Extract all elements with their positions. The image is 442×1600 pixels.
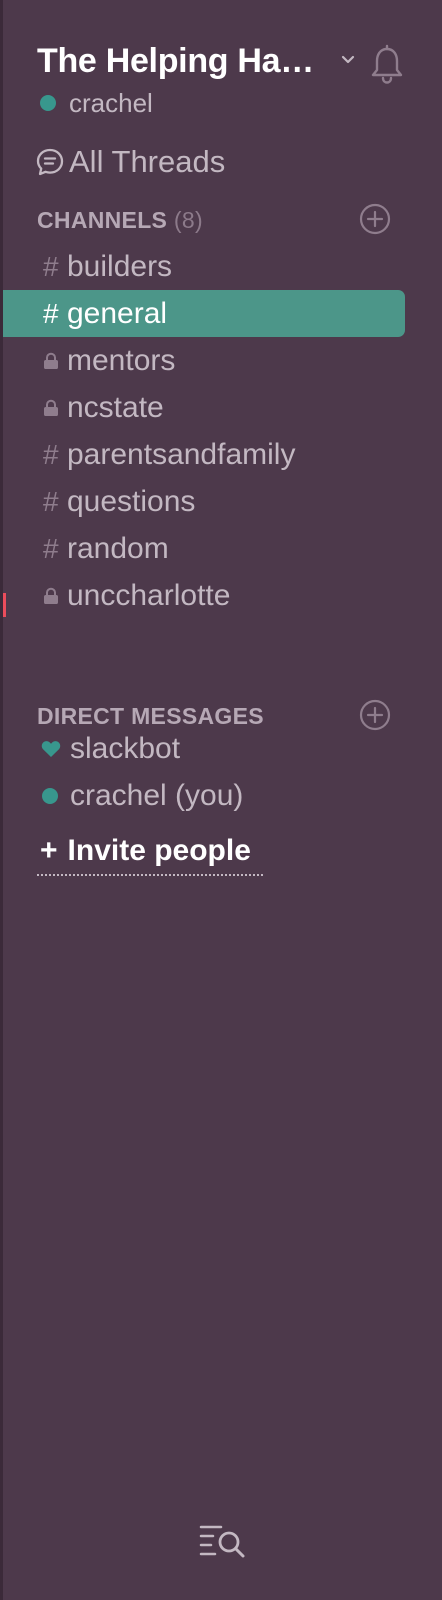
channel-item-mentors[interactable]: mentors <box>3 337 442 384</box>
channel-item-questions[interactable]: # questions <box>3 478 442 525</box>
hash-icon: # <box>43 297 59 329</box>
channel-item-parentsandfamily[interactable]: # parentsandfamily <box>3 431 442 478</box>
hash-icon: # <box>43 532 59 564</box>
channel-item-builders[interactable]: # builders <box>3 243 442 290</box>
dm-item-crachel[interactable]: crachel (you) <box>3 772 442 819</box>
channels-header[interactable]: CHANNELS (8) <box>37 203 397 239</box>
sidebar: The Helping Ha… crachel All Threads CHAN… <box>0 0 442 1600</box>
dm-item-slackbot[interactable]: slackbot <box>3 725 442 772</box>
hash-icon: # <box>43 485 59 517</box>
all-threads-label: All Threads <box>69 144 226 179</box>
plus-icon: + <box>40 834 58 867</box>
hash-icon: # <box>43 250 59 282</box>
threads-icon <box>36 148 64 176</box>
presence-dot-icon <box>40 95 56 111</box>
dm-name: crachel (you) <box>70 778 244 812</box>
channel-name: builders <box>67 249 173 283</box>
invite-people-button[interactable]: + Invite people <box>37 828 263 876</box>
channel-name: ncstate <box>67 390 164 424</box>
channel-name: unccharlotte <box>67 578 231 612</box>
direct-message-list: slackbot crachel (you) <box>3 725 442 819</box>
unread-marker <box>3 593 6 617</box>
dm-name: slackbot <box>70 731 181 765</box>
team-header[interactable]: The Helping Ha… crachel <box>37 38 427 128</box>
invite-people-label: Invite people <box>67 834 251 867</box>
quick-switcher-icon[interactable] <box>199 1522 249 1562</box>
current-user-name: crachel <box>69 87 153 118</box>
channel-list: # builders # general mentors ncstate # p… <box>3 243 442 619</box>
channels-count: (8) <box>173 207 203 233</box>
heart-icon <box>41 740 61 757</box>
team-name[interactable]: The Helping Ha… <box>37 42 314 81</box>
channel-name: parentsandfamily <box>67 437 296 471</box>
bell-icon[interactable] <box>369 44 405 86</box>
channel-name: general <box>67 296 168 330</box>
channel-item-general[interactable]: # general <box>3 290 405 337</box>
channel-name: random <box>67 531 169 565</box>
current-user[interactable]: crachel <box>37 88 153 118</box>
channel-item-random[interactable]: # random <box>3 525 442 572</box>
channels-title-text: CHANNELS <box>37 207 168 233</box>
presence-dot-icon <box>42 787 58 804</box>
lock-icon <box>44 399 58 416</box>
chevron-down-icon[interactable] <box>340 52 356 68</box>
channel-name: questions <box>67 484 196 518</box>
channels-title[interactable]: CHANNELS (8) <box>37 207 203 234</box>
channel-item-unccharlotte[interactable]: unccharlotte <box>3 572 442 619</box>
hash-icon: # <box>43 438 59 470</box>
channel-name: mentors <box>67 343 176 377</box>
lock-icon <box>44 587 58 604</box>
all-threads-link[interactable]: All Threads <box>35 142 225 182</box>
lock-icon <box>44 352 58 369</box>
add-channel-icon[interactable] <box>359 203 391 235</box>
channel-item-ncstate[interactable]: ncstate <box>3 384 442 431</box>
